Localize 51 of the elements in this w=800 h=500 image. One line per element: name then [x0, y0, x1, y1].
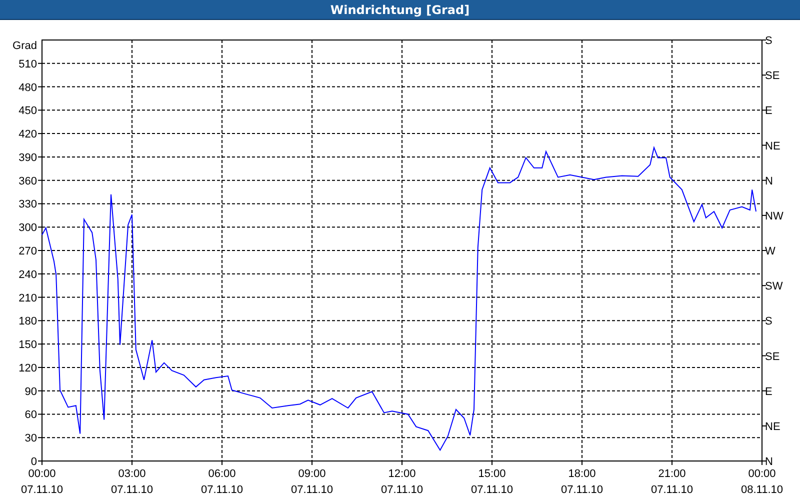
axis-tick-label: 07.11.10 [21, 484, 63, 496]
axis-tick-label: 03:00 [118, 468, 146, 480]
axis-tick-label: 21:00 [658, 468, 686, 480]
axis-tick-label: SE [765, 350, 780, 363]
axis-tick-label: 270 [18, 246, 37, 258]
axis-tick-label: 390 [18, 152, 37, 164]
axis-tick-label: 30 [24, 432, 37, 445]
axis-tick-label: 420 [18, 128, 37, 141]
axis-tick-label: 08.11.10 [741, 484, 783, 496]
axis-tick-label: 180 [18, 316, 37, 328]
axis-tick-label: 07.11.10 [651, 484, 693, 496]
axis-tick-label: E [765, 105, 772, 118]
axis-tick-label: 00:00 [28, 468, 56, 480]
axis-tick-label: 90 [24, 386, 37, 398]
axis-tick-label: 300 [18, 222, 37, 234]
axis-tick-label: SW [765, 280, 783, 293]
axis-tick-label: N [765, 456, 773, 468]
axis-tick-label: 12:00 [388, 468, 416, 480]
axis-tick-label: 510 [18, 58, 37, 70]
axis-tick-label: 07.11.10 [291, 484, 333, 496]
axis-tick-label: S [765, 35, 772, 47]
axis-tick-label: 360 [18, 175, 37, 188]
axis-tick-label: 09:00 [298, 468, 326, 480]
axis-tick-label: NE [765, 140, 780, 152]
axis-tick-label: W [765, 246, 776, 258]
axis-tick-label: 00:00 [748, 468, 776, 480]
axis-tick-label: 07.11.10 [201, 484, 243, 496]
axis-tick-label: 60 [24, 409, 37, 422]
axis-tick-label: SE [765, 70, 780, 82]
axis-tick-label: NE [765, 420, 780, 433]
axis-tick-label: 480 [18, 82, 37, 94]
axis-title: Grad [12, 40, 37, 52]
axis-tick-label: 07.11.10 [561, 484, 603, 496]
axis-tick-label: NW [765, 210, 784, 222]
axis-tick-label: 15:00 [478, 468, 506, 480]
axis-tick-label: 06:00 [208, 468, 236, 480]
axis-tick-label: 150 [18, 339, 37, 352]
axis-tick-label: 07.11.10 [381, 484, 423, 496]
axis-tick-label: S [765, 316, 772, 328]
axis-tick-label: 450 [18, 105, 37, 118]
axis-tick-label: 0 [30, 456, 37, 468]
axis-tick-label: 120 [18, 362, 37, 374]
axis-tick-label: N [765, 175, 773, 188]
axis-tick-label: 07.11.10 [111, 484, 153, 496]
axis-tick-label: E [765, 386, 772, 398]
axis-tick-label: 330 [18, 198, 37, 211]
axis-tick-label: 240 [18, 268, 37, 281]
axis-tick-label: 07.11.10 [471, 484, 513, 496]
axis-tick-label: 210 [18, 292, 37, 304]
chart-title: Windrichtung [Grad] [330, 2, 470, 16]
axis-tick-label: 18:00 [568, 468, 596, 480]
